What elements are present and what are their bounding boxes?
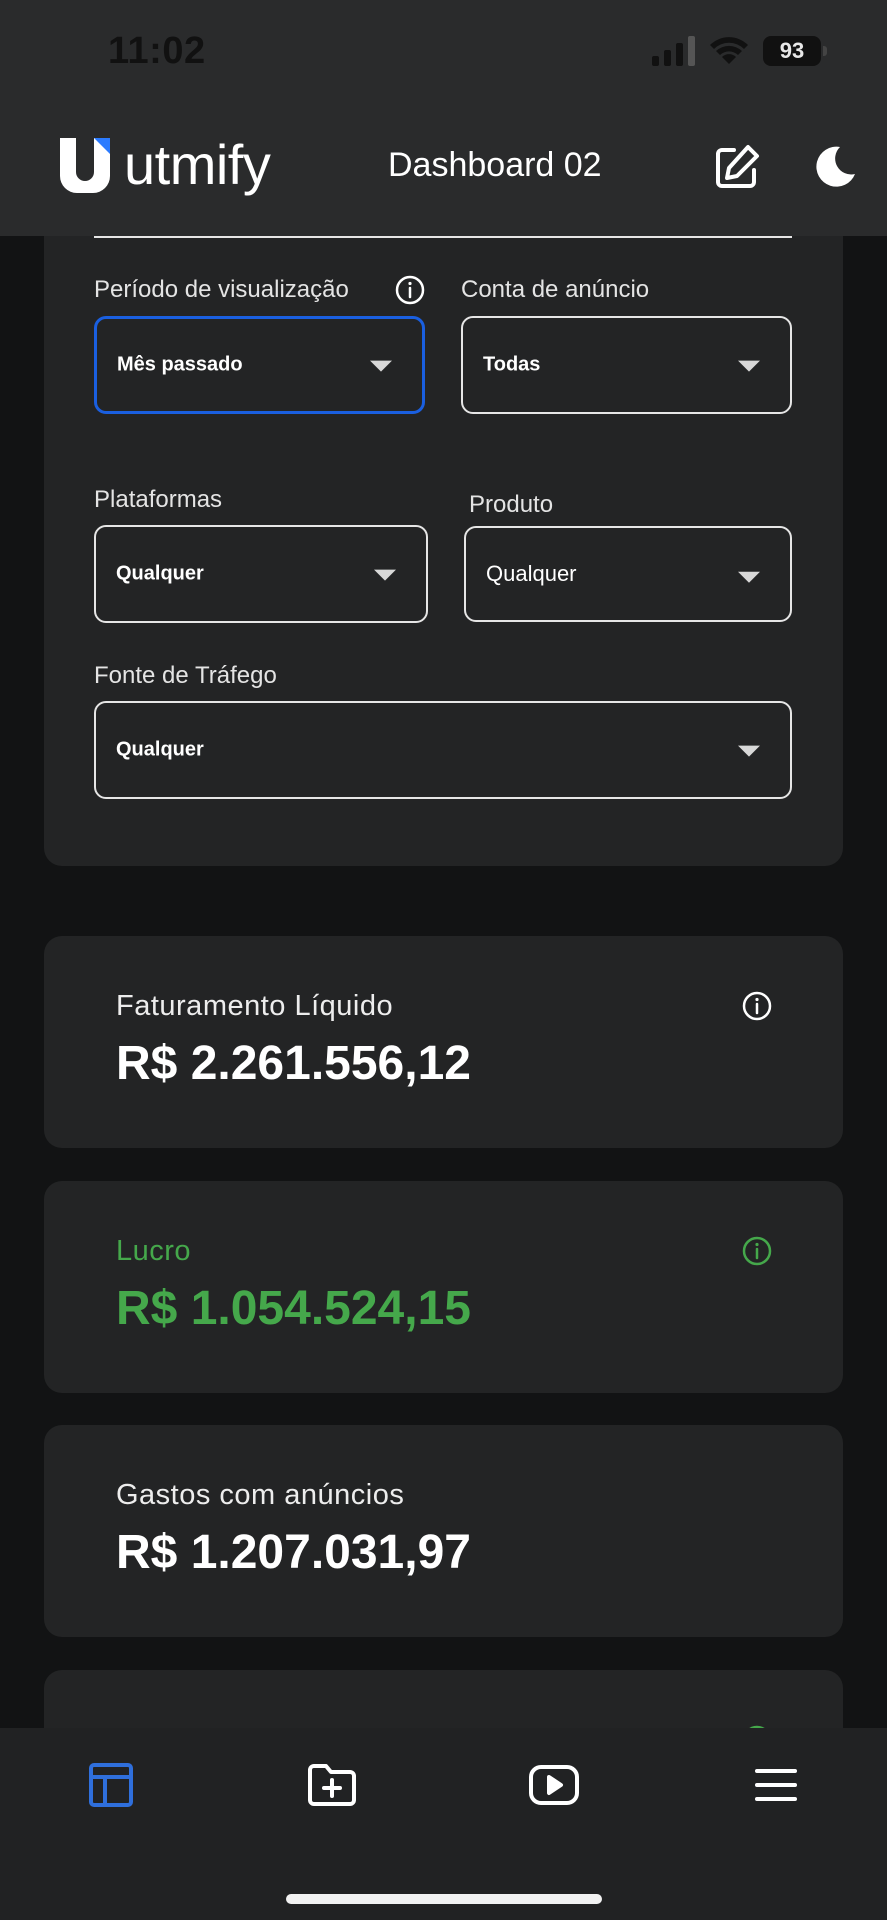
home-indicator bbox=[286, 1894, 602, 1904]
edit-icon bbox=[716, 145, 759, 188]
app-screen: 11:02 93 utmify Dashboard 02 Período de … bbox=[0, 0, 887, 1920]
ad-account-select[interactable]: Todas bbox=[461, 316, 792, 414]
theme-toggle-button[interactable] bbox=[814, 144, 858, 188]
folder-plus-icon bbox=[308, 1764, 356, 1806]
header-divider bbox=[94, 236, 792, 238]
metric-value: R$ 2.261.556,12 bbox=[116, 1037, 471, 1090]
dashboard-icon bbox=[89, 1763, 133, 1807]
metric-label: Faturamento Líquido bbox=[116, 990, 394, 1022]
nav-new-folder[interactable] bbox=[305, 1758, 359, 1812]
filters-card: Período de visualização Conta de anúncio… bbox=[44, 180, 843, 866]
nav-dashboard[interactable] bbox=[84, 1758, 138, 1812]
app-header: 11:02 93 utmify Dashboard 02 bbox=[0, 0, 887, 236]
cellular-signal-icon bbox=[652, 36, 695, 66]
nav-menu[interactable] bbox=[749, 1758, 803, 1812]
ad-account-label: Conta de anúncio bbox=[461, 276, 650, 303]
chevron-down-icon bbox=[370, 360, 392, 372]
platforms-label: Plataformas bbox=[94, 486, 223, 513]
status-time: 11:02 bbox=[108, 30, 206, 72]
chevron-down-icon bbox=[738, 745, 760, 757]
metric-value: R$ 1.207.031,97 bbox=[116, 1526, 471, 1579]
product-label: Produto bbox=[469, 491, 554, 518]
traffic-source-label: Fonte de Tráfego bbox=[94, 662, 277, 689]
info-icon[interactable] bbox=[741, 990, 773, 1022]
chevron-down-icon bbox=[738, 571, 760, 583]
chevron-down-icon bbox=[738, 360, 760, 372]
info-icon[interactable] bbox=[741, 1235, 773, 1267]
info-icon[interactable] bbox=[394, 274, 426, 306]
brand-logo: utmify bbox=[56, 133, 271, 196]
traffic-source-select[interactable]: Qualquer bbox=[94, 701, 792, 799]
brand-name: utmify bbox=[124, 133, 271, 196]
battery-icon: 93 bbox=[763, 36, 827, 66]
period-label: Período de visualização bbox=[94, 276, 349, 303]
wifi-icon bbox=[710, 37, 748, 64]
period-value: Mês passado bbox=[117, 353, 243, 376]
product-select[interactable]: Qualquer bbox=[464, 526, 792, 622]
ad-account-value: Todas bbox=[483, 353, 541, 376]
chevron-down-icon bbox=[374, 569, 396, 581]
status-icons: 93 bbox=[652, 36, 827, 66]
metric-label: Lucro bbox=[116, 1235, 192, 1267]
moon-icon bbox=[816, 146, 855, 187]
metric-label: Gastos com anúncios bbox=[116, 1479, 405, 1511]
nav-videos[interactable] bbox=[527, 1758, 581, 1812]
menu-icon bbox=[755, 1769, 797, 1801]
product-value: Qualquer bbox=[486, 561, 577, 586]
video-play-icon bbox=[529, 1765, 579, 1805]
ad-spend-card[interactable]: Gastos com anúncios R$ 1.207.031,97 bbox=[44, 1425, 843, 1637]
metric-value: R$ 1.054.524,15 bbox=[116, 1282, 471, 1335]
net-revenue-card[interactable]: Faturamento Líquido R$ 2.261.556,12 bbox=[44, 936, 843, 1148]
page-title: Dashboard 02 bbox=[388, 146, 602, 184]
period-select[interactable]: Mês passado bbox=[94, 316, 425, 414]
edit-button[interactable] bbox=[712, 142, 762, 192]
traffic-source-value: Qualquer bbox=[116, 738, 204, 761]
platforms-select[interactable]: Qualquer bbox=[94, 525, 428, 623]
profit-card[interactable]: Lucro R$ 1.054.524,15 bbox=[44, 1181, 843, 1393]
platforms-value: Qualquer bbox=[116, 562, 204, 585]
utmify-logo-icon bbox=[60, 138, 110, 193]
bottom-navigation bbox=[0, 1728, 887, 1920]
